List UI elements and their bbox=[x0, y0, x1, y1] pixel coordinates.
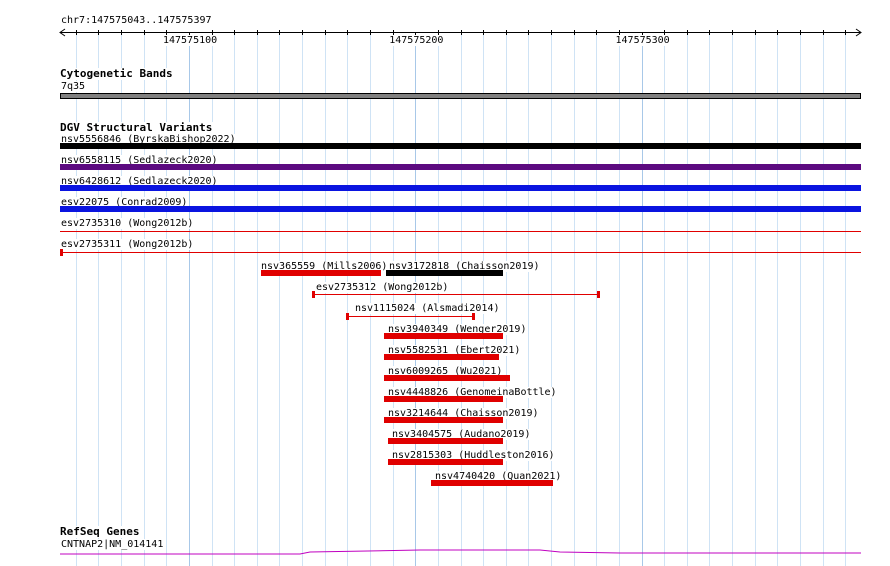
sv-endcap bbox=[597, 291, 600, 298]
ruler-tick-label: 147575300 bbox=[614, 35, 671, 46]
cytoband-track-title: Cytogenetic Bands bbox=[60, 67, 175, 80]
sv-feature-bar[interactable] bbox=[384, 396, 503, 402]
ruler-range-label: chr7:147575043..147575397 bbox=[60, 15, 213, 26]
sv-feature-bar[interactable] bbox=[261, 270, 381, 276]
sv-feature-bar[interactable] bbox=[388, 459, 503, 465]
sv-feature-bar[interactable] bbox=[347, 316, 474, 317]
sv-feature-bar[interactable] bbox=[60, 143, 861, 149]
sv-feature-bar[interactable] bbox=[60, 206, 861, 212]
sv-feature-bar[interactable] bbox=[431, 480, 553, 486]
sv-label: esv2735311 (Wong2012b) bbox=[60, 239, 195, 250]
ruler-tick-label: 147575200 bbox=[388, 35, 445, 46]
sv-feature-bar[interactable] bbox=[384, 375, 510, 381]
sv-label: nsv1115024 (Alsmadi2014) bbox=[354, 303, 501, 314]
sv-label: esv2735310 (Wong2012b) bbox=[60, 218, 195, 229]
sv-feature-bar[interactable] bbox=[60, 252, 861, 253]
cytoband-label: 7q35 bbox=[60, 81, 87, 92]
sv-endcap bbox=[60, 249, 63, 256]
sv-feature-bar[interactable] bbox=[60, 231, 861, 232]
sv-endcap bbox=[346, 313, 349, 320]
cytoband-bar[interactable] bbox=[60, 93, 861, 99]
sv-feature-bar[interactable] bbox=[384, 333, 503, 339]
sv-feature-bar[interactable] bbox=[388, 438, 503, 444]
sv-feature-bar[interactable] bbox=[384, 417, 503, 423]
sv-feature-bar[interactable] bbox=[60, 164, 861, 170]
sv-feature-bar[interactable] bbox=[313, 294, 599, 295]
refseq-track-title: RefSeq Genes bbox=[60, 525, 142, 538]
sv-feature-bar[interactable] bbox=[60, 185, 861, 191]
sv-feature-bar[interactable] bbox=[384, 354, 499, 360]
refseq-gene-label: CNTNAP2|NM_014141 bbox=[60, 539, 165, 550]
sv-endcap bbox=[312, 291, 315, 298]
sv-feature-bar[interactable] bbox=[386, 270, 503, 276]
sv-label: esv2735312 (Wong2012b) bbox=[315, 282, 450, 293]
sv-endcap bbox=[472, 313, 475, 320]
dgv-track-title: DGV Structural Variants bbox=[60, 121, 215, 134]
ruler-tick-label: 147575100 bbox=[161, 35, 219, 46]
